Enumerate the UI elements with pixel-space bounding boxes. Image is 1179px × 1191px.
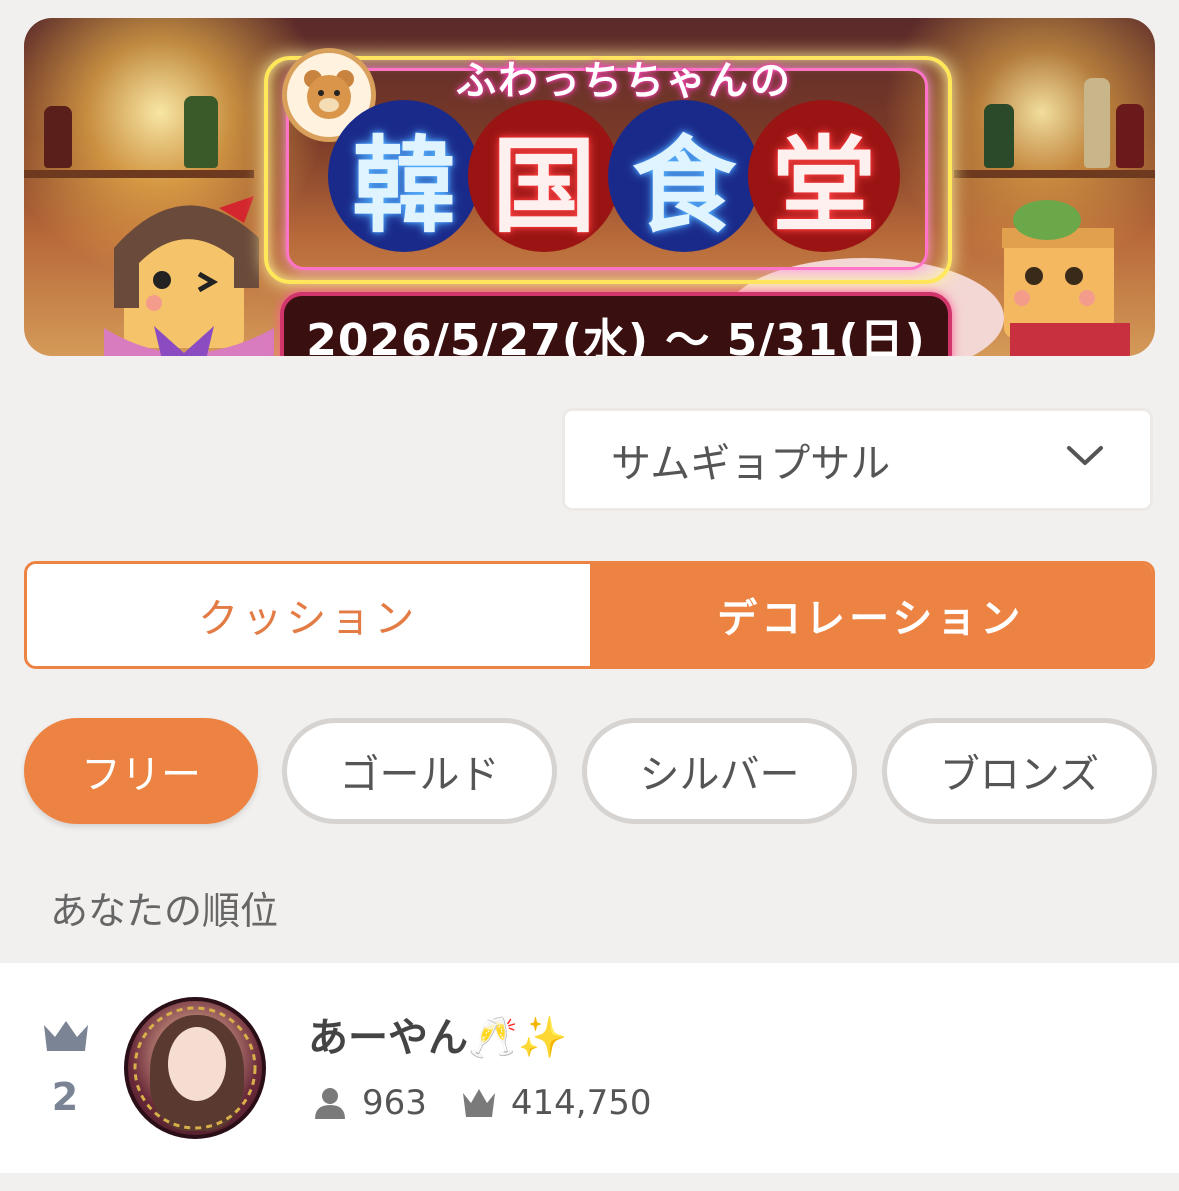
rank-number: 2 bbox=[51, 1075, 79, 1119]
chevron-down-icon bbox=[1067, 446, 1103, 465]
event-banner[interactable]: ふわっちちゃんの 韓 国 食 堂 2026/5/27(水) 〜 5/31(日) bbox=[24, 18, 1155, 356]
point-total: 414,750 bbox=[510, 1083, 652, 1123]
user-avatar[interactable] bbox=[124, 997, 266, 1139]
tier-pill-gold[interactable]: ゴールド bbox=[282, 718, 557, 824]
banner-title-char: 韓 bbox=[328, 100, 480, 252]
avatar-frame-decoration bbox=[133, 1006, 257, 1130]
menu-select-value: サムギョプサル bbox=[611, 440, 891, 487]
crown-icon bbox=[44, 1021, 88, 1051]
shelf-decoration bbox=[954, 170, 1155, 178]
segment-cushion[interactable]: クッション bbox=[27, 564, 590, 666]
segment-decoration[interactable]: デコレーション bbox=[589, 564, 1152, 666]
banner-title-char: 堂 bbox=[748, 100, 900, 252]
tier-pill-bronze[interactable]: ブロンズ bbox=[882, 718, 1157, 824]
banner-subtitle: ふわっちちゃんの bbox=[456, 58, 792, 104]
your-rank-heading: あなたの順位 bbox=[50, 889, 279, 933]
tier-pill-free[interactable]: フリー bbox=[24, 718, 258, 824]
person-icon bbox=[315, 1088, 345, 1119]
user-stats: 963 414,750 bbox=[312, 1083, 686, 1123]
bottle-illustration bbox=[1116, 104, 1144, 168]
menu-select-dropdown[interactable]: サムギョプサル bbox=[562, 408, 1153, 511]
mascot-character-illustration bbox=[1002, 200, 1130, 356]
follower-count: 963 bbox=[362, 1083, 427, 1123]
crown-icon bbox=[462, 1089, 495, 1117]
banner-title-char: 国 bbox=[468, 100, 620, 252]
bottle-illustration bbox=[184, 96, 218, 168]
girl-character-illustration bbox=[104, 196, 274, 356]
banner-title-char: 食 bbox=[608, 100, 760, 252]
shelf-decoration bbox=[24, 170, 254, 178]
user-name[interactable]: あーやん🥂✨ bbox=[308, 1005, 568, 1063]
your-rank-row[interactable]: 2 あーやん🥂✨ 963 414,750 bbox=[0, 963, 1179, 1173]
bottle-illustration bbox=[1084, 78, 1110, 168]
banner-date-range: 2026/5/27(水) 〜 5/31(日) bbox=[280, 292, 952, 356]
tier-pill-silver[interactable]: シルバー bbox=[582, 718, 857, 824]
category-segmented-control: クッション デコレーション bbox=[24, 561, 1155, 669]
bottle-illustration bbox=[44, 106, 72, 168]
bottle-illustration bbox=[984, 104, 1014, 168]
